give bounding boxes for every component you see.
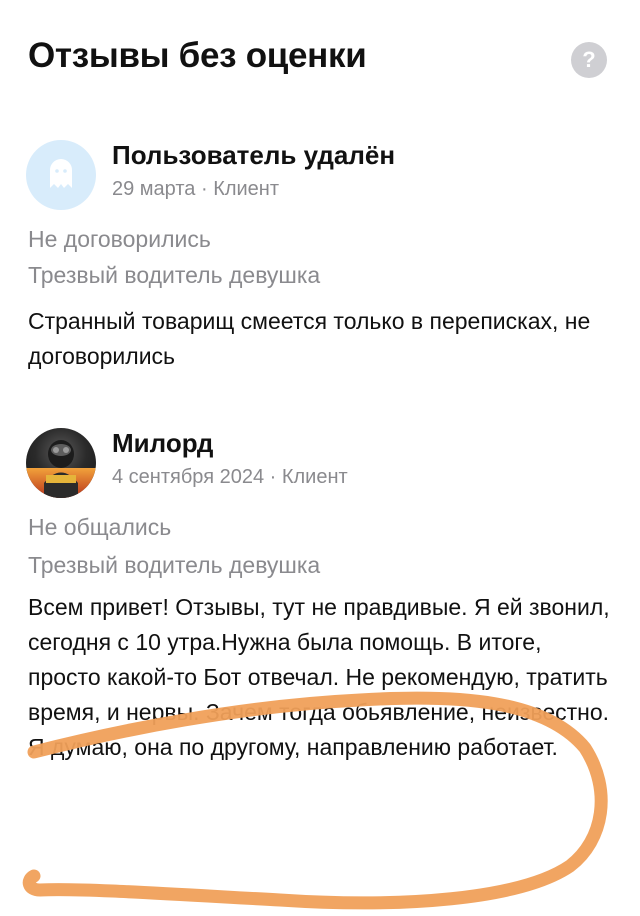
author-name[interactable]: Милорд (112, 428, 213, 459)
service-name: Трезвый водитель девушка (28, 552, 321, 578)
page-title: Отзывы без оценки (28, 36, 367, 75)
deal-status: Не общались (28, 514, 172, 540)
review-meta: 4 сентября 2024 · Клиент (112, 466, 348, 488)
review-meta: 29 марта · Клиент (112, 178, 280, 200)
review-text: Странный товарищ смеется только в перепи… (28, 308, 591, 369)
author-name[interactable]: Пользователь удалён (112, 140, 395, 171)
user-avatar[interactable] (26, 428, 96, 498)
annotation-stroke (22, 691, 608, 910)
ghost-icon[interactable] (26, 140, 96, 210)
help-icon[interactable]: ? (571, 42, 607, 78)
deal-status: Не договорились (28, 226, 211, 252)
review-text: Всем привет! Отзывы, тут не правдивые. Я… (28, 594, 610, 760)
service-name: Трезвый водитель девушка (28, 262, 321, 288)
